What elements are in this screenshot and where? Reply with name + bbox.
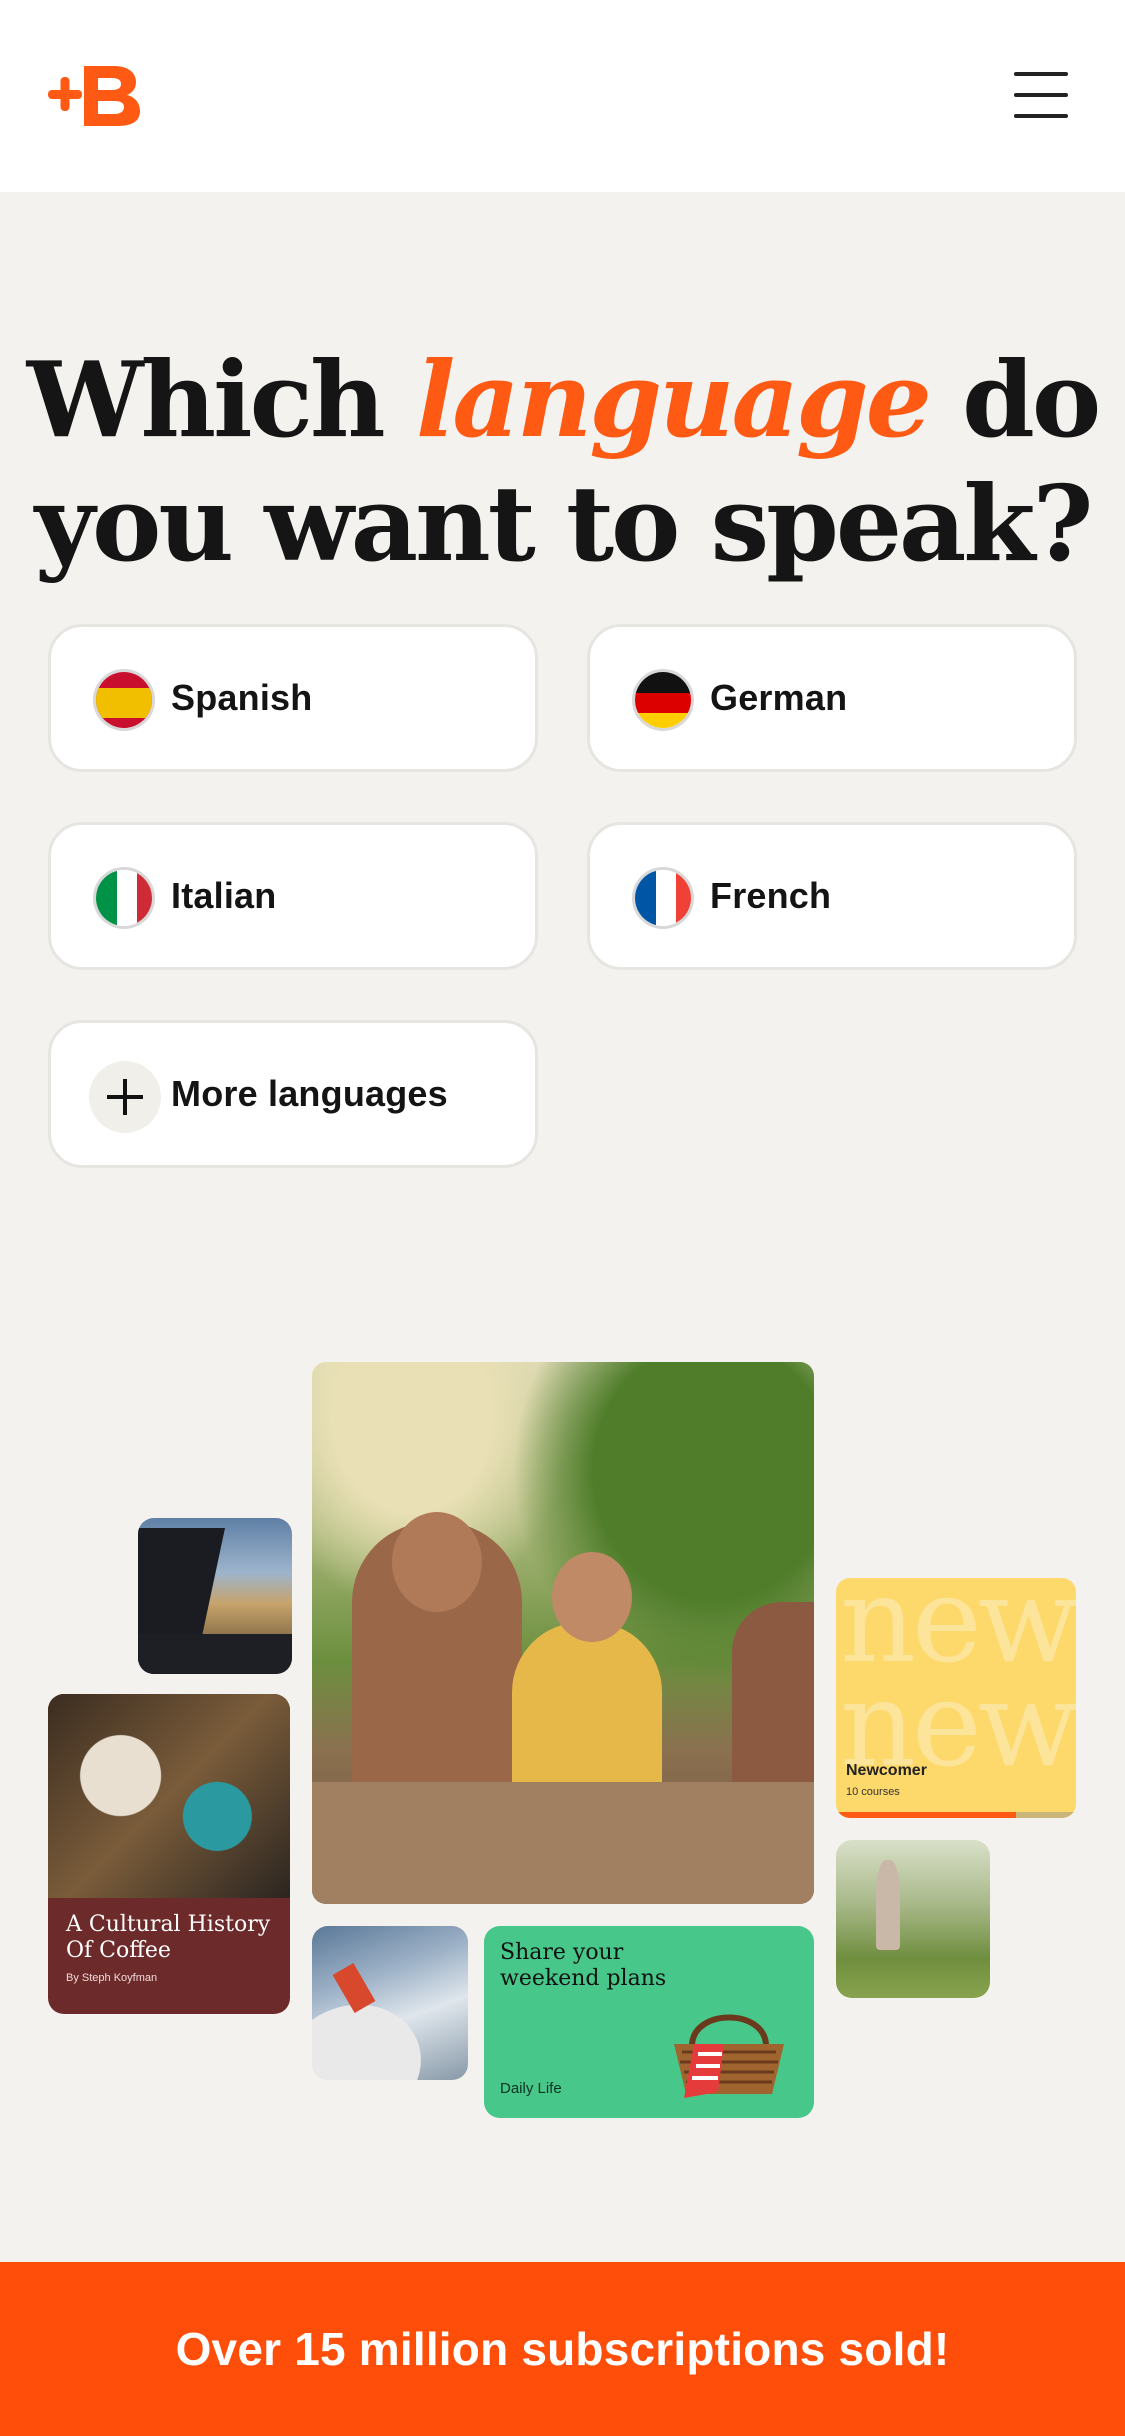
language-label: Italian	[171, 875, 277, 916]
menu-button[interactable]	[1008, 70, 1074, 120]
language-label: More languages	[171, 1073, 448, 1114]
friends-drinking-photo	[312, 1362, 814, 1904]
language-label: German	[710, 677, 848, 718]
hamburger-menu-icon	[1014, 72, 1068, 76]
course-title: Newcomer	[846, 1762, 927, 1779]
page-title: Which language do you want to speak?	[26, 338, 1101, 585]
progress-bar	[836, 1812, 1016, 1818]
language-option-french[interactable]: French	[587, 822, 1077, 970]
garden-photo	[836, 1840, 990, 1998]
promo-banner: Over 15 million subscriptions sold!	[0, 2262, 1125, 2436]
picnic-basket-icon	[674, 2014, 784, 2098]
language-option-italian[interactable]: Italian	[48, 822, 538, 970]
newcomer-course-card[interactable]: new new Newcomer 10 courses	[836, 1578, 1076, 1818]
babbel-logo[interactable]	[48, 64, 144, 128]
lesson-category: Daily Life	[500, 2080, 562, 2097]
new-watermark: new new	[840, 1578, 1076, 1793]
france-flag-icon	[632, 867, 694, 929]
article-author: By Steph Koyfman	[66, 1972, 158, 1984]
language-label: French	[710, 875, 832, 916]
site-header	[0, 0, 1125, 192]
language-option-german[interactable]: German	[587, 624, 1077, 772]
language-option-spanish[interactable]: Spanish	[48, 624, 538, 772]
germany-flag-icon	[632, 669, 694, 731]
weekend-plans-card[interactable]: Share your weekend plans Daily Life	[484, 1926, 814, 2118]
headline-highlight: language	[415, 338, 932, 461]
spain-flag-icon	[93, 669, 155, 731]
coffee-article-card[interactable]: A Cultural History Of Coffee By Steph Ko…	[48, 1694, 290, 2014]
article-title: A Cultural History Of Coffee	[66, 1912, 271, 1963]
coffee-photo	[48, 1694, 290, 1898]
course-count: 10 courses	[846, 1786, 900, 1798]
language-label: Spanish	[171, 677, 313, 718]
plus-icon	[89, 1061, 161, 1133]
italy-flag-icon	[93, 867, 155, 929]
more-languages-button[interactable]: More languages	[48, 1020, 538, 1168]
airplane-wing-photo	[312, 1926, 468, 2080]
lesson-title: Share your weekend plans	[500, 1940, 667, 1991]
promo-text: Over 15 million subscriptions sold!	[175, 2323, 950, 2375]
car-window-photo	[138, 1518, 292, 1674]
